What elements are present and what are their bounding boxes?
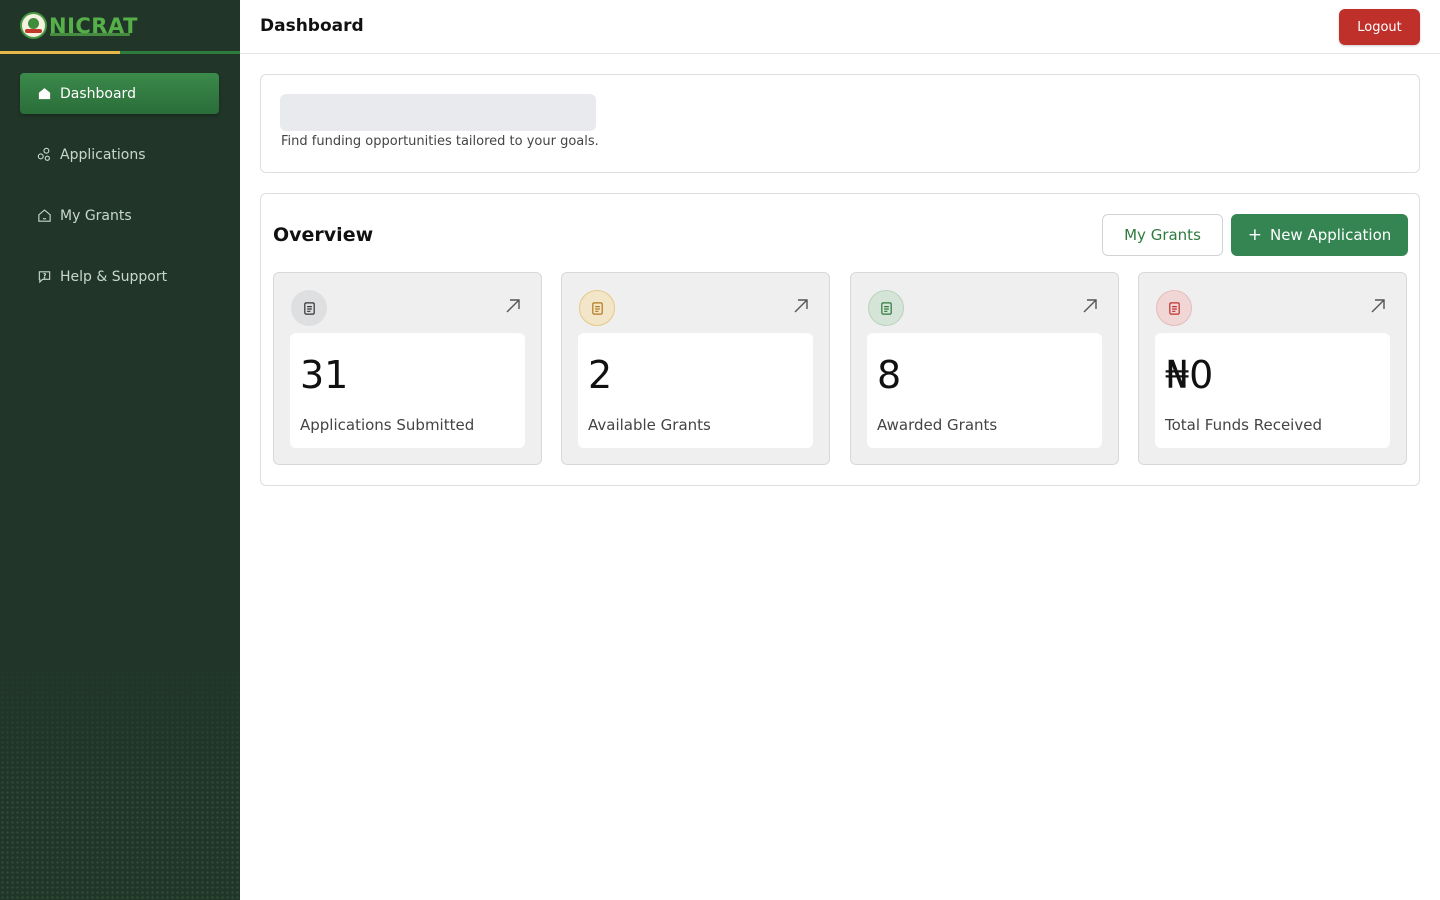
stats-row: 31 Applications Submitted 2 Available Gr… (273, 272, 1407, 465)
welcome-subtitle: Find funding opportunities tailored to y… (281, 134, 599, 149)
stat-label: Applications Submitted (300, 416, 475, 434)
home-icon (36, 86, 52, 102)
document-icon (1156, 290, 1192, 326)
sidebar-item-my-grants[interactable]: My Grants (20, 195, 219, 236)
sidebar-item-label: Help & Support (60, 268, 168, 285)
sidebar-item-dashboard[interactable]: Dashboard (20, 73, 219, 114)
welcome-title-placeholder (280, 94, 596, 131)
arrow-up-right-icon[interactable] (504, 297, 522, 315)
stat-card-total-funds-received[interactable]: ₦0 Total Funds Received (1138, 272, 1407, 465)
stat-value: ₦0 (1165, 353, 1214, 397)
stat-label: Total Funds Received (1165, 416, 1322, 434)
stat-card-applications-submitted[interactable]: 31 Applications Submitted (273, 272, 542, 465)
sidebar-item-label: Dashboard (60, 85, 136, 102)
arrow-up-right-icon[interactable] (1369, 297, 1387, 315)
applications-icon (36, 147, 52, 163)
stat-content: 31 Applications Submitted (290, 333, 525, 448)
stat-label: Available Grants (588, 416, 711, 434)
document-icon (868, 290, 904, 326)
sidebar-item-applications[interactable]: Applications (20, 134, 219, 175)
overview-title: Overview (273, 224, 374, 246)
top-header: Dashboard Logout (240, 0, 1440, 54)
sidebar-item-label: Applications (60, 146, 146, 163)
grants-icon (36, 208, 52, 224)
document-icon (291, 290, 327, 326)
stat-content: 8 Awarded Grants (867, 333, 1102, 448)
new-application-label: New Application (1269, 226, 1392, 244)
stat-content: ₦0 Total Funds Received (1155, 333, 1390, 448)
stat-content: 2 Available Grants (578, 333, 813, 448)
stat-label: Awarded Grants (877, 416, 998, 434)
logout-button[interactable]: Logout (1339, 9, 1420, 45)
document-icon (579, 290, 615, 326)
page-title: Dashboard (260, 16, 364, 36)
new-application-button[interactable]: + New Application (1231, 214, 1408, 256)
stat-card-awarded-grants[interactable]: 8 Awarded Grants (850, 272, 1119, 465)
arrow-up-right-icon[interactable] (1081, 297, 1099, 315)
welcome-card: Find funding opportunities tailored to y… (260, 74, 1420, 173)
plus-icon: + (1247, 224, 1262, 245)
overview-panel: Overview My Grants + New Application 31 … (260, 193, 1420, 486)
my-grants-button[interactable]: My Grants (1102, 214, 1223, 256)
sidebar-item-label: My Grants (60, 207, 132, 224)
logo-emblem-icon (20, 12, 47, 39)
sidebar-nav: Dashboard Applications My Grants Help & … (20, 73, 219, 317)
sidebar: NICRAT Dashboard Applications My Grants (0, 0, 240, 900)
stat-value: 31 (300, 353, 349, 397)
logo-tagline-graphic (50, 33, 130, 36)
logo-accent-stripe (0, 51, 120, 54)
logo-bar: NICRAT (0, 0, 240, 54)
stat-card-available-grants[interactable]: 2 Available Grants (561, 272, 830, 465)
arrow-up-right-icon[interactable] (792, 297, 810, 315)
stat-value: 2 (588, 353, 613, 397)
sidebar-item-help-support[interactable]: Help & Support (20, 256, 219, 297)
help-icon (36, 269, 52, 285)
stat-value: 8 (877, 353, 902, 397)
